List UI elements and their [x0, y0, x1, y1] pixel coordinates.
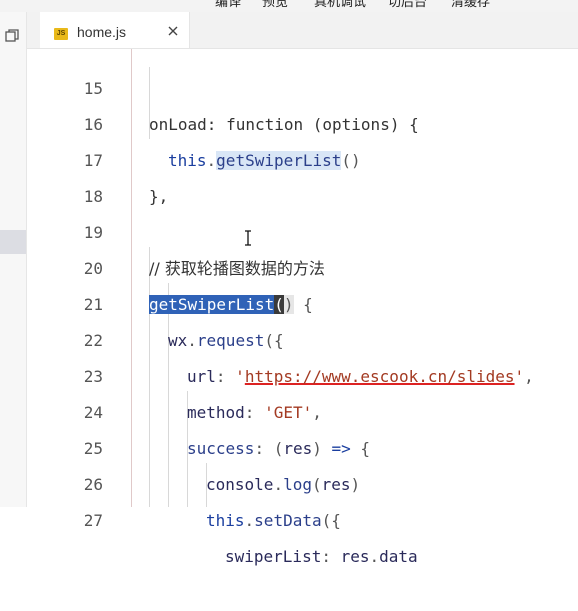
code-token: res: [340, 547, 370, 566]
code-line: 23 method: 'GET',: [27, 323, 578, 422]
code-line: 16 this.getSwiperList(): [27, 71, 578, 170]
code-text: this.setData({: [206, 503, 341, 539]
code-line: 15 onLoad: function (options) {: [27, 35, 578, 134]
background-button[interactable]: 切后台: [388, 0, 427, 10]
code-token: ({: [321, 511, 341, 530]
code-line: 20 getSwiperList() {: [27, 215, 578, 314]
code-line: 26 this.setData({: [27, 431, 578, 530]
code-line: 21 wx.request({: [27, 251, 578, 350]
preview-button[interactable]: 预览: [262, 0, 288, 10]
device-debug-button[interactable]: 真机调试: [314, 0, 366, 10]
code-token: .: [369, 547, 380, 566]
code-editor[interactable]: 15 onLoad: function (options) { 16 this.…: [27, 49, 578, 566]
code-line: 17 },: [27, 107, 578, 206]
top-toolbar: 编译 预览 真机调试 切后台 清缓存: [0, 0, 578, 12]
code-line: 22 url: 'https://www.escook.cn/slides',: [27, 287, 578, 386]
code-line: 25 console.log(res): [27, 395, 578, 494]
activity-bar: [0, 12, 27, 507]
code-line: 19 // 获取轮播图数据的方法: [27, 179, 578, 278]
compile-button[interactable]: 编译: [215, 0, 241, 10]
code-line: 18: [27, 143, 578, 206]
code-token: data: [379, 547, 418, 566]
code-text: swiperList: res.data: [225, 539, 418, 575]
code-token: :: [321, 547, 341, 566]
code-token: swiperList: [225, 547, 322, 566]
code-line: 27 swiperList: res.data: [27, 467, 578, 566]
code-token: setData: [254, 511, 322, 530]
code-token: this: [206, 511, 245, 530]
text-cursor-icon: [245, 230, 251, 246]
clear-cache-button[interactable]: 清缓存: [451, 0, 490, 10]
files-icon[interactable]: [5, 29, 19, 42]
code-token: .: [244, 511, 255, 530]
code-line: 24 success: (res) => {: [27, 359, 578, 458]
activity-active-marker: [0, 230, 26, 254]
line-number: 27: [83, 511, 103, 530]
